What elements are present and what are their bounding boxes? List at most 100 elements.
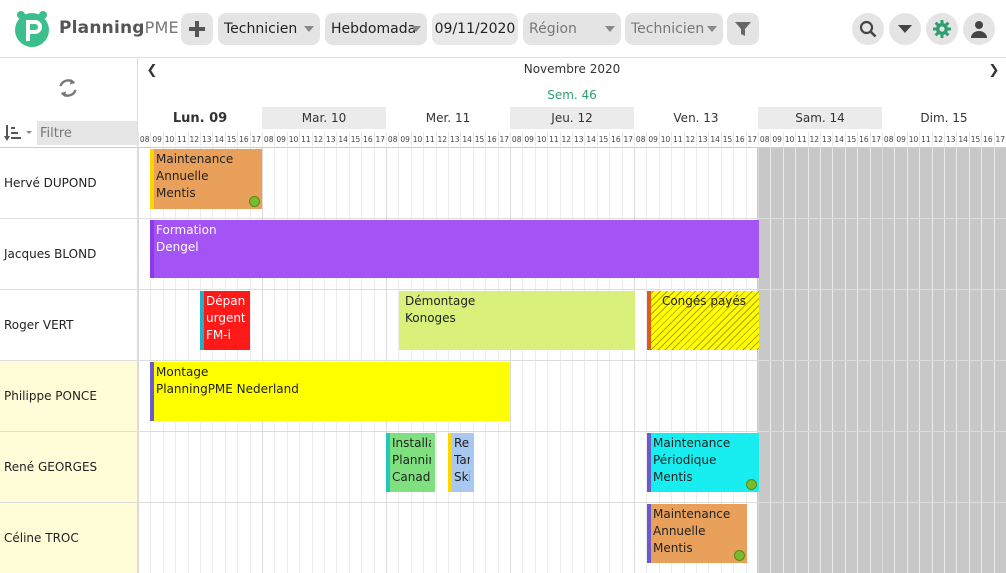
event-block[interactable]: Rendez-vous Tarif Skill — [448, 433, 474, 492]
hour-label: 12 — [807, 132, 820, 146]
row-divider — [138, 502, 1006, 503]
hour-label: 14 — [212, 132, 224, 146]
hour-label: 15 — [472, 132, 485, 146]
resource-name: René GEORGES — [4, 460, 98, 474]
row-divider — [138, 289, 1006, 290]
settings-button[interactable] — [926, 13, 958, 45]
event-block[interactable]: Dépannage urgent FM-i — [200, 291, 250, 350]
event-label: Maintenance — [653, 436, 731, 450]
filter-input[interactable] — [37, 121, 137, 145]
event-block[interactable]: Montage PlanningPME Nederland — [150, 362, 510, 421]
hour-label: 16 — [485, 132, 497, 146]
date-field[interactable]: 09/11/2020 — [432, 13, 518, 45]
event-label: Périodique — [653, 453, 717, 467]
hour-label: 13 — [944, 132, 956, 146]
hour-label: 12 — [559, 132, 572, 146]
funnel-icon — [735, 22, 751, 36]
hour-label: 12 — [435, 132, 448, 146]
menu-dropdown-button[interactable] — [889, 13, 921, 45]
hour-label: 09 — [770, 132, 782, 146]
event-block[interactable]: Démontage Konoges — [399, 291, 635, 350]
add-button[interactable] — [181, 13, 213, 45]
resource-row[interactable]: René GEORGES — [0, 432, 138, 503]
hour-label: 10 — [658, 132, 671, 146]
event-block[interactable]: Maintenance Annuelle Mentis — [647, 504, 747, 563]
hour-label: 10 — [534, 132, 547, 146]
hour-label: 17 — [869, 132, 882, 146]
event-label: Tarif — [454, 453, 470, 467]
resource-row[interactable]: Céline TROC — [0, 503, 138, 573]
day-header[interactable]: Lun. 09 — [138, 107, 262, 129]
event-block[interactable]: Installation Planning Canada — [386, 433, 435, 492]
hour-label: 15 — [720, 132, 733, 146]
resource-row[interactable]: Philippe PONCE — [0, 361, 138, 432]
technician-placeholder: Technicien — [631, 21, 705, 37]
day-header[interactable]: Jeu. 12 — [510, 107, 634, 129]
resource-name: Jacques BLOND — [4, 247, 97, 261]
technician-select[interactable]: Technicien — [625, 13, 723, 45]
hour-label: 08 — [758, 132, 770, 146]
hour-label: 14 — [956, 132, 968, 146]
event-label: FM-i — [206, 328, 231, 342]
next-period-button[interactable]: ❯ — [986, 60, 1002, 80]
hour-label: 14 — [708, 132, 720, 146]
event-label: urgent — [206, 311, 246, 325]
filter-button[interactable] — [727, 13, 759, 45]
resource-row[interactable]: Roger VERT — [0, 290, 138, 361]
event-label: Mentis — [653, 470, 693, 484]
event-label: Skill — [454, 470, 470, 484]
event-block[interactable]: Formation Dengel — [150, 220, 759, 278]
smiley-icon — [249, 196, 260, 207]
hour-label: 11 — [795, 132, 807, 146]
event-color-bar — [150, 149, 154, 209]
event-color-bar — [150, 362, 154, 421]
view-mode-select[interactable]: Hebdomadaire — [325, 13, 427, 45]
event-color-bar — [647, 433, 651, 492]
row-divider — [138, 218, 1006, 219]
day-header[interactable]: Mar. 10 — [262, 107, 386, 129]
hour-label: 15 — [968, 132, 981, 146]
event-block[interactable]: Congés payés — [647, 291, 759, 350]
logo-text: PlanningPME — [59, 18, 179, 38]
hour-label: 09 — [894, 132, 906, 146]
hour-label: 16 — [609, 132, 621, 146]
hour-label: 09 — [274, 132, 286, 146]
hour-label: 08 — [138, 132, 150, 146]
hour-label: 14 — [584, 132, 596, 146]
hour-label: 08 — [510, 132, 522, 146]
day-header[interactable]: Mer. 11 — [386, 107, 510, 129]
hour-label: 14 — [336, 132, 348, 146]
day-header[interactable]: Dim. 15 — [882, 107, 1006, 129]
hour-label: 12 — [311, 132, 324, 146]
refresh-icon[interactable] — [57, 77, 79, 99]
hour-label: 13 — [448, 132, 460, 146]
sort-icon — [4, 125, 32, 141]
row-divider — [138, 360, 1006, 361]
day-header[interactable]: Ven. 13 — [634, 107, 758, 129]
resource-row[interactable]: Jacques BLOND — [0, 219, 138, 290]
resource-row[interactable]: Hervé DUPOND — [0, 148, 138, 219]
resource-type-select[interactable]: Technicien — [218, 13, 320, 45]
plus-icon — [189, 21, 205, 37]
search-button[interactable] — [852, 13, 884, 45]
user-button[interactable] — [963, 13, 995, 45]
hour-label: 13 — [324, 132, 336, 146]
app-logo[interactable]: PlanningPME — [12, 7, 179, 51]
chevron-down-icon — [304, 26, 314, 32]
day-header[interactable]: Sam. 14 — [758, 107, 882, 129]
event-color-bar — [200, 291, 204, 350]
hour-label: 10 — [906, 132, 919, 146]
hour-label: 13 — [572, 132, 584, 146]
resource-name: Philippe PONCE — [4, 389, 97, 403]
hour-label: 12 — [187, 132, 200, 146]
event-block[interactable]: Maintenance Périodique Mentis — [647, 433, 759, 492]
event-label: Annuelle — [156, 169, 209, 183]
hour-label: 15 — [348, 132, 361, 146]
hour-label: 16 — [981, 132, 993, 146]
hour-label: 14 — [832, 132, 844, 146]
hour-label: 17 — [497, 132, 510, 146]
region-select[interactable]: Région — [523, 13, 621, 45]
hour-label: 16 — [733, 132, 745, 146]
event-block[interactable]: Maintenance Annuelle Mentis — [150, 149, 262, 209]
planning-grid[interactable]: Maintenance Annuelle Mentis Formation Dengel… — [138, 148, 1006, 573]
